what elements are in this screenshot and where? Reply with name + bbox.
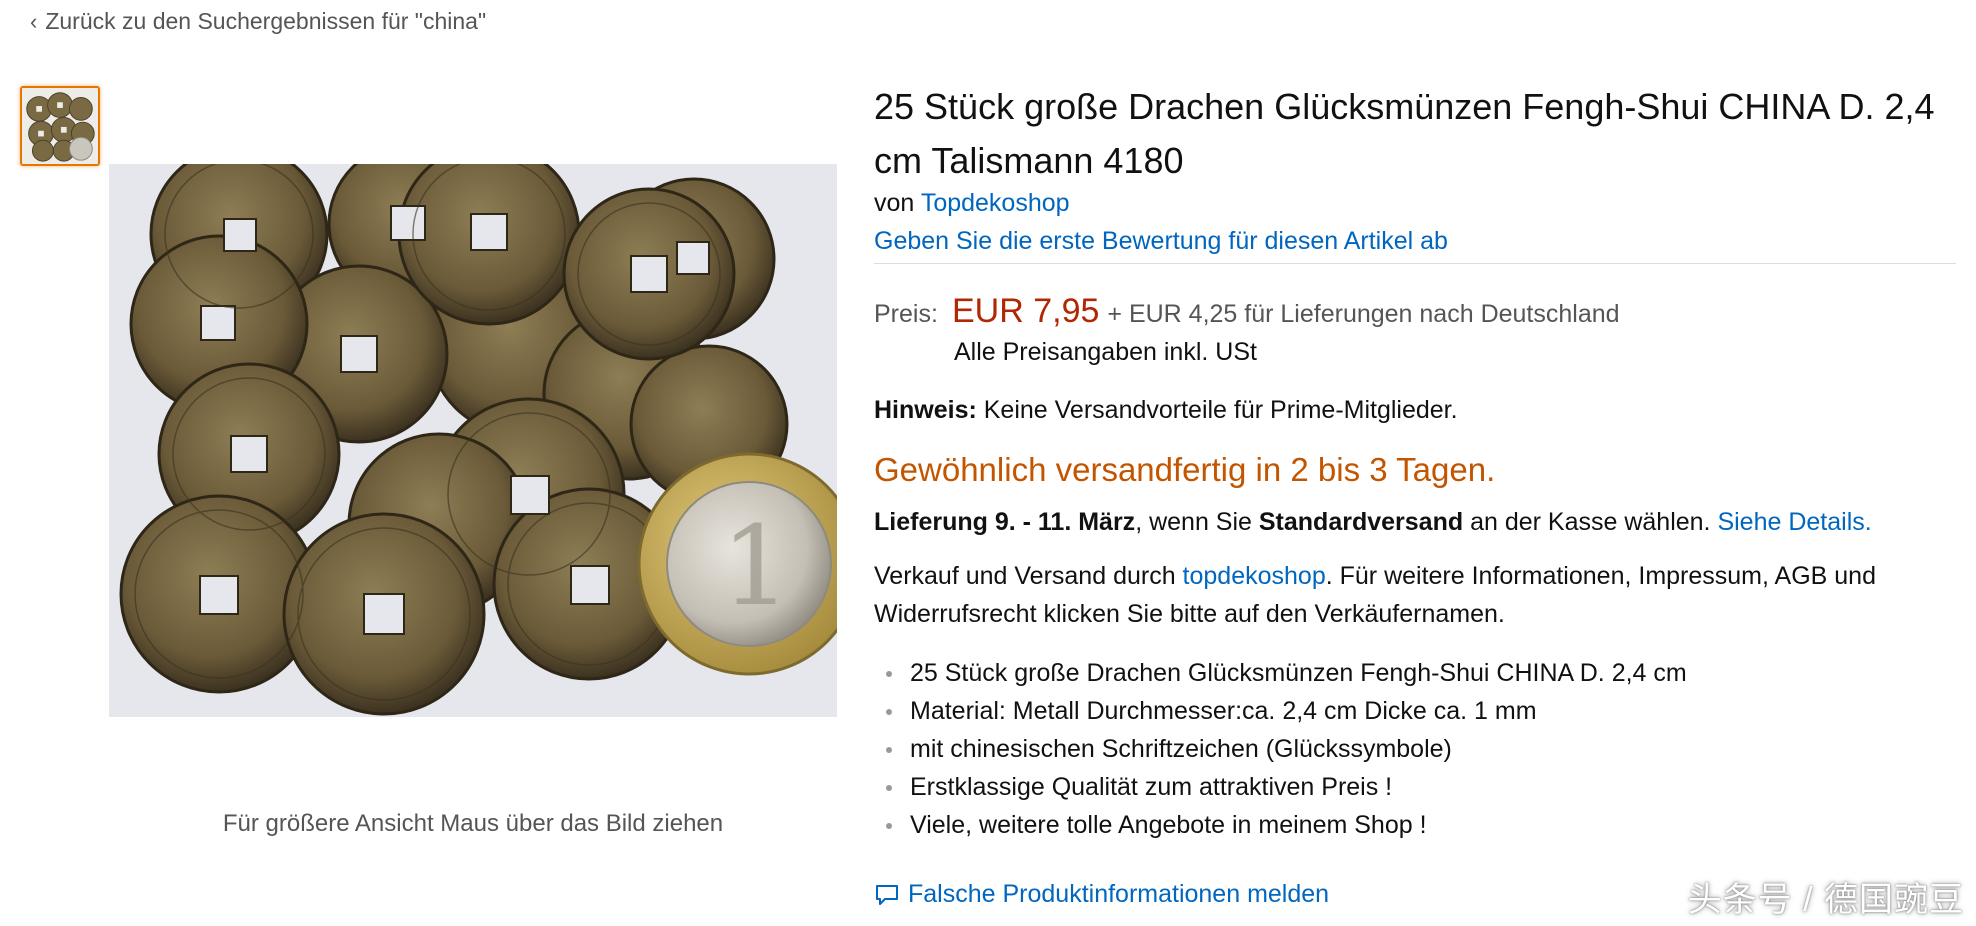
svg-text:1: 1: [721, 502, 791, 630]
seller-info: Verkauf und Versand durch topdekoshop. F…: [874, 557, 1944, 633]
delivery-details-link[interactable]: Siehe Details.: [1717, 508, 1871, 536]
chevron-left-icon: ‹: [30, 8, 38, 34]
price-row: Preis: EUR 7,95 + EUR 4,25 für Lieferung…: [874, 292, 1964, 331]
delivery-middle: , wenn Sie: [1135, 508, 1259, 536]
delivery-method: Standardversand: [1258, 508, 1464, 536]
feature-bullet: 25 Stück große Drachen Glücksmünzen Feng…: [874, 654, 1687, 692]
prime-notice: Hinweis: Keine Versandvorteile für Prime…: [874, 396, 1964, 425]
main-product-image[interactable]: 1: [109, 164, 837, 717]
by-prefix: von: [874, 189, 915, 217]
seller-prefix: Verkauf und Versand durch: [874, 562, 1183, 590]
vat-note: Alle Preisangaben inkl. USt: [954, 338, 1257, 366]
report-label: Falsche Produktinformationen melden: [908, 880, 1330, 908]
back-to-results-label: Zurück zu den Suchergebnissen für "china…: [45, 8, 487, 34]
divider: [874, 263, 1956, 264]
delivery-date: Lieferung 9. - 11. März: [874, 508, 1136, 536]
feature-bullet: mit chinesischen Schriftzeichen (Glückss…: [874, 730, 1687, 768]
image-thumbnail[interactable]: [20, 86, 100, 166]
notice-text: Keine Versandvorteile für Prime-Mitglied…: [983, 396, 1458, 424]
seller-link[interactable]: topdekoshop: [1183, 562, 1326, 590]
availability-status: Gewöhnlich versandfertig in 2 bis 3 Tage…: [874, 451, 1496, 488]
coins-thumbnail-image: [22, 88, 98, 164]
feature-bullets: 25 Stück große Drachen Glücksmünzen Feng…: [874, 654, 1687, 844]
feature-bullet: Material: Metall Durchmesser:ca. 2,4 cm …: [874, 692, 1687, 730]
speech-bubble-icon: [876, 884, 898, 905]
brand-byline: von Topdekoshop: [874, 189, 1964, 218]
feature-bullet: Viele, weitere tolle Angebote in meinem …: [874, 806, 1687, 844]
product-title: 25 Stück große Drachen Glücksmünzen Feng…: [874, 86, 1935, 181]
write-review-link[interactable]: Geben Sie die erste Bewertung für diesen…: [874, 227, 1964, 256]
price-label: Preis:: [874, 300, 938, 328]
back-to-results-link[interactable]: ‹ Zurück zu den Suchergebnissen für "chi…: [30, 8, 486, 35]
delivery-suffix: an der Kasse wählen.: [1463, 508, 1718, 536]
watermark: 头条号 / 德国豌豆: [1687, 881, 1964, 919]
coins-product-photo: 1: [109, 164, 837, 717]
delivery-info: Lieferung 9. - 11. März, wenn Sie Standa…: [874, 508, 1964, 537]
report-product-info-link[interactable]: Falsche Produktinformationen melden: [874, 880, 1329, 909]
brand-link[interactable]: Topdekoshop: [921, 189, 1070, 217]
notice-label: Hinweis:: [874, 396, 977, 424]
price-value: EUR 7,95: [952, 292, 1100, 330]
shipping-cost: + EUR 4,25 für Lieferungen nach Deutschl…: [1107, 300, 1620, 328]
feature-bullet: Erstklassige Qualität zum attraktiven Pr…: [874, 768, 1687, 806]
image-hover-hint: Für größere Ansicht Maus über das Bild z…: [222, 810, 724, 837]
